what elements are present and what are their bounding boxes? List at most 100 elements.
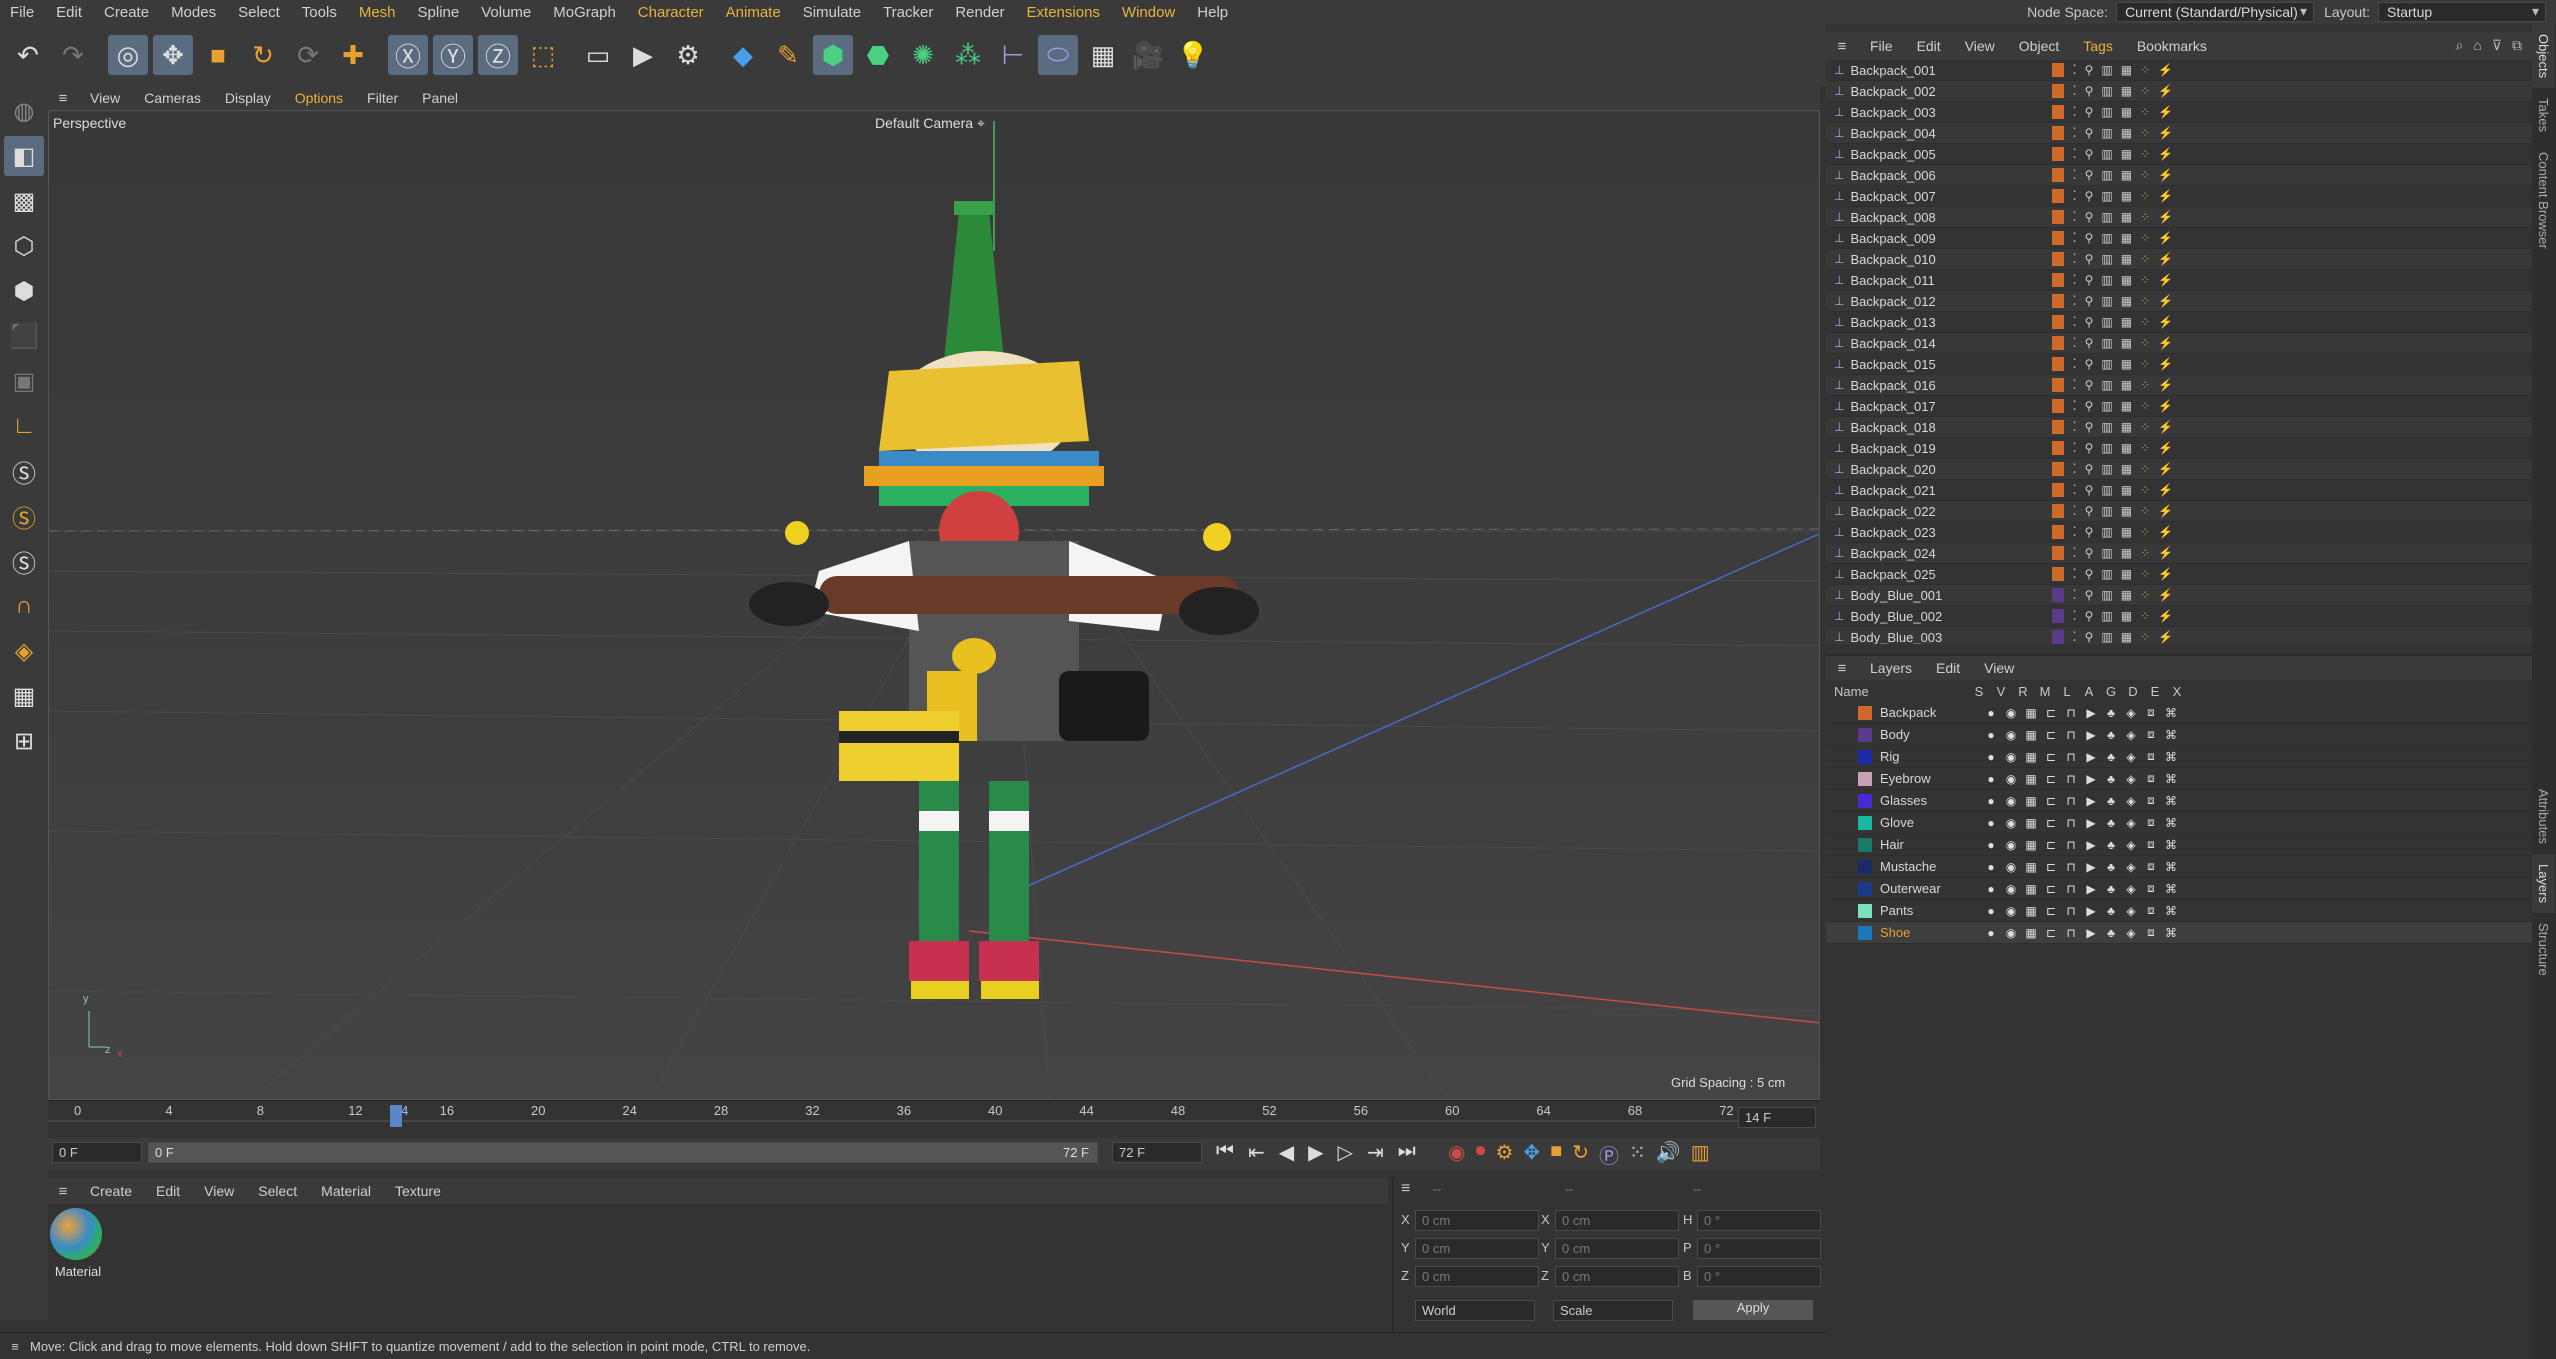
- visibility-dots-icon[interactable]: ⁚: [2072, 335, 2076, 351]
- material-tag-icon[interactable]: ▥: [2101, 294, 2112, 308]
- xpresso-tag-icon[interactable]: ⚡: [2158, 420, 2173, 434]
- viewport-menu-options[interactable]: Options: [283, 90, 355, 106]
- weight-tag-icon[interactable]: ⁘: [2140, 399, 2150, 413]
- expressions-icon[interactable]: ⧈: [2144, 881, 2158, 896]
- list-item[interactable]: ⊥ Backpack_024 ⁚ ⚲ ▥ ▦ ⁘ ⚡: [1826, 543, 2532, 564]
- tag-icon[interactable]: ⚲: [2085, 525, 2094, 539]
- tag-icon[interactable]: ⚲: [2085, 378, 2094, 392]
- material-menu-create[interactable]: Create: [78, 1183, 144, 1199]
- weight-tag-icon[interactable]: ⁘: [2140, 210, 2150, 224]
- view-eye-icon[interactable]: ◉: [2004, 904, 2018, 918]
- render-icon[interactable]: ▦: [2024, 772, 2038, 786]
- material-tag-icon[interactable]: ▥: [2101, 399, 2112, 413]
- texture-mode-icon[interactable]: ▩: [4, 181, 44, 221]
- viewport-menu-display[interactable]: Display: [213, 90, 283, 106]
- next-key-icon[interactable]: ⇥: [1367, 1140, 1384, 1165]
- layer-color-swatch[interactable]: [2052, 525, 2065, 539]
- xref-icon[interactable]: ⌘: [2164, 794, 2178, 808]
- checker-tag-icon[interactable]: ▦: [2121, 336, 2132, 350]
- weight-tag-icon[interactable]: ⁘: [2140, 63, 2150, 77]
- new-window-icon[interactable]: ⧉: [2512, 37, 2522, 54]
- tag-icon[interactable]: ⚲: [2085, 420, 2094, 434]
- weight-tag-icon[interactable]: ⁘: [2140, 567, 2150, 581]
- list-item[interactable]: ⊥ Backpack_020 ⁚ ⚲ ▥ ▦ ⁘ ⚡: [1826, 459, 2532, 480]
- material-tag-icon[interactable]: ▥: [2101, 84, 2112, 98]
- lock-icon[interactable]: ⊓: [2064, 816, 2078, 830]
- layer-color-swatch[interactable]: [1858, 793, 1872, 808]
- expressions-icon[interactable]: ⧈: [2144, 793, 2158, 808]
- manager-icon[interactable]: ⊏: [2044, 860, 2058, 874]
- layer-color-swatch[interactable]: [2052, 357, 2065, 371]
- perspective-viewport[interactable]: Perspective Default Camera ⌖ Grid Spacin…: [48, 110, 1820, 1100]
- coords-value-field[interactable]: 0 cm: [1415, 1238, 1539, 1259]
- manager-icon[interactable]: ⊏: [2044, 772, 2058, 786]
- list-item[interactable]: ⊥ Backpack_016 ⁚ ⚲ ▥ ▦ ⁘ ⚡: [1826, 375, 2532, 396]
- viewport-menu-panel[interactable]: Panel: [410, 90, 470, 106]
- visibility-dots-icon[interactable]: ⁚: [2072, 314, 2076, 330]
- prev-key-icon[interactable]: ⇤: [1248, 1140, 1265, 1165]
- animation-icon[interactable]: ▶: [2084, 882, 2098, 896]
- layer-color-swatch[interactable]: [1858, 705, 1872, 720]
- list-item[interactable]: ⊥ Backpack_014 ⁚ ⚲ ▥ ▦ ⁘ ⚡: [1826, 333, 2532, 354]
- list-item[interactable]: ⊥ Backpack_010 ⁚ ⚲ ▥ ▦ ⁘ ⚡: [1826, 249, 2532, 270]
- light-icon[interactable]: 💡: [1173, 35, 1213, 75]
- layer-color-swatch[interactable]: [1858, 881, 1872, 896]
- layer-color-swatch[interactable]: [1858, 837, 1872, 852]
- xpresso-tag-icon[interactable]: ⚡: [2158, 399, 2173, 413]
- tag-icon[interactable]: ⚲: [2085, 588, 2094, 602]
- camera-label[interactable]: Default Camera ⌖: [875, 115, 985, 132]
- frame-range-slider[interactable]: 0 F 72 F: [148, 1142, 1098, 1163]
- field-icon[interactable]: ✺: [903, 35, 943, 75]
- material-menu-material[interactable]: Material: [309, 1183, 383, 1199]
- viewport-menu-view[interactable]: View: [78, 90, 132, 106]
- mograph-cloner-icon[interactable]: ⁂: [948, 35, 988, 75]
- layer-row-outerwear[interactable]: Outerwear ● ◉ ▦ ⊏ ⊓ ▶ ♣ ◈ ⧈ ⌘: [1826, 878, 2532, 900]
- grid-lock-icon[interactable]: ▦: [4, 676, 44, 716]
- material-tag-icon[interactable]: ▥: [2101, 525, 2112, 539]
- visibility-dots-icon[interactable]: ⁚: [2072, 482, 2076, 498]
- checker-tag-icon[interactable]: ▦: [2121, 147, 2132, 161]
- tag-icon[interactable]: ⚲: [2085, 462, 2094, 476]
- y-axis-lock-icon[interactable]: Ⓨ: [433, 35, 473, 75]
- coords-world-dropdown[interactable]: World: [1415, 1300, 1535, 1321]
- material-tag-icon[interactable]: ▥: [2101, 336, 2112, 350]
- select-tool-icon[interactable]: ◎: [108, 35, 148, 75]
- xref-icon[interactable]: ⌘: [2164, 816, 2178, 830]
- menu-mesh[interactable]: Mesh: [349, 4, 408, 21]
- xpresso-tag-icon[interactable]: ⚡: [2158, 126, 2173, 140]
- weight-tag-icon[interactable]: ⁘: [2140, 147, 2150, 161]
- checker-tag-icon[interactable]: ▦: [2121, 567, 2132, 581]
- om-menu-object[interactable]: Object: [2007, 38, 2071, 54]
- material-tag-icon[interactable]: ▥: [2101, 609, 2112, 623]
- list-item[interactable]: ⊥ Backpack_012 ⁚ ⚲ ▥ ▦ ⁘ ⚡: [1826, 291, 2532, 312]
- layer-row-body[interactable]: Body ● ◉ ▦ ⊏ ⊓ ▶ ♣ ◈ ⧈ ⌘: [1826, 724, 2532, 746]
- coords-value-field[interactable]: 0 °: [1697, 1238, 1821, 1259]
- viewport-menu-cameras[interactable]: Cameras: [132, 90, 213, 106]
- animation-icon[interactable]: ▶: [2084, 904, 2098, 918]
- manager-icon[interactable]: ⊏: [2044, 882, 2058, 896]
- lock-icon[interactable]: ⊓: [2064, 904, 2078, 918]
- xpresso-tag-icon[interactable]: ⚡: [2158, 252, 2173, 266]
- checker-tag-icon[interactable]: ▦: [2121, 504, 2132, 518]
- visibility-dots-icon[interactable]: ⁚: [2072, 440, 2076, 456]
- solo-dot-icon[interactable]: ●: [1984, 728, 1998, 742]
- animation-icon[interactable]: ▶: [2084, 926, 2098, 940]
- material-tag-icon[interactable]: ▥: [2101, 357, 2112, 371]
- tag-icon[interactable]: ⚲: [2085, 63, 2094, 77]
- play-icon[interactable]: ▶: [1308, 1140, 1323, 1165]
- layer-color-swatch[interactable]: [2052, 168, 2065, 182]
- animation-icon[interactable]: ▶: [2084, 794, 2098, 808]
- menu-tools[interactable]: Tools: [292, 4, 349, 21]
- material-tag-icon[interactable]: ▥: [2101, 630, 2112, 644]
- render-icon[interactable]: ▦: [2024, 904, 2038, 918]
- layer-row-hair[interactable]: Hair ● ◉ ▦ ⊏ ⊓ ▶ ♣ ◈ ⧈ ⌘: [1826, 834, 2532, 856]
- view-eye-icon[interactable]: ◉: [2004, 838, 2018, 852]
- coords-value-field[interactable]: 0 cm: [1415, 1210, 1539, 1231]
- om-menu-file[interactable]: File: [1858, 38, 1905, 54]
- menu-modes[interactable]: Modes: [161, 4, 228, 21]
- list-item[interactable]: ⊥ Backpack_019 ⁚ ⚲ ▥ ▦ ⁘ ⚡: [1826, 438, 2532, 459]
- tag-icon[interactable]: ⚲: [2085, 504, 2094, 518]
- checker-tag-icon[interactable]: ▦: [2121, 630, 2132, 644]
- manager-icon[interactable]: ⊏: [2044, 728, 2058, 742]
- magnet-icon[interactable]: ∩: [4, 586, 44, 626]
